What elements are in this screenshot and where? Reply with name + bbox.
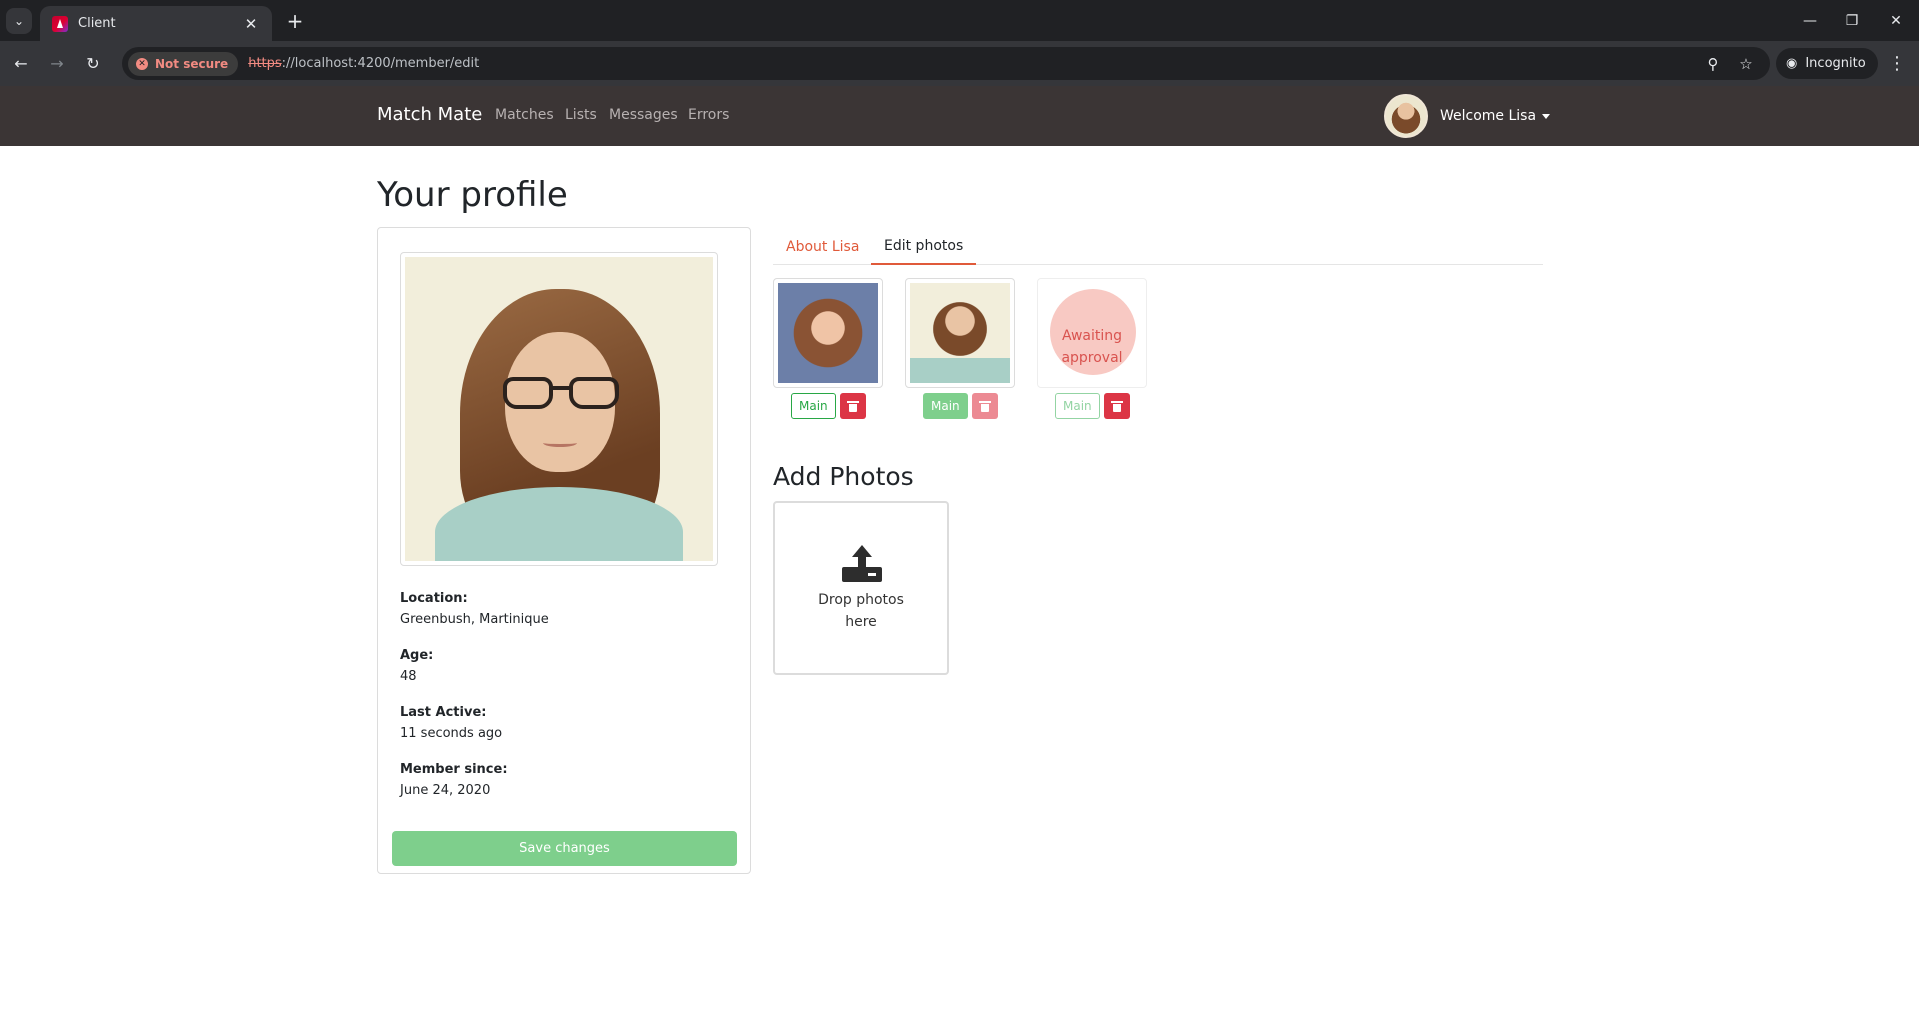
- restore-window-button[interactable]: ❐: [1839, 8, 1865, 34]
- back-button[interactable]: ←: [8, 50, 34, 76]
- tab-about[interactable]: About Lisa: [773, 229, 872, 265]
- member-since-value: June 24, 2020: [400, 783, 491, 798]
- nav-link-matches[interactable]: Matches: [495, 107, 554, 123]
- add-photos-title: Add Photos: [773, 462, 914, 491]
- chevron-down-icon: ⌄: [13, 14, 25, 28]
- browser-menu-button[interactable]: ⋮: [1884, 50, 1910, 76]
- close-window-button[interactable]: ✕: [1883, 8, 1909, 34]
- app-navbar: Match Mate Matches Lists Messages Errors…: [0, 86, 1919, 146]
- profile-tabs: About Lisa Edit photos: [773, 229, 1543, 265]
- arrow-left-icon: ←: [14, 53, 28, 73]
- location-label: Location:: [400, 591, 468, 606]
- minimize-icon: —: [1803, 13, 1817, 29]
- location-value: Greenbush, Martinique: [400, 612, 549, 627]
- trash-icon: [1110, 400, 1123, 412]
- photo-thumbnail-1: [773, 278, 883, 388]
- age-value: 48: [400, 669, 417, 684]
- awaiting-approval-label: Awaiting approval: [1061, 328, 1123, 366]
- browser-toolbar: ← → ↻ ✕ Not secure https://localhost:420…: [0, 41, 1919, 86]
- location-info: Location: Greenbush, Martinique: [400, 591, 549, 627]
- user-dropdown[interactable]: Welcome Lisa: [1384, 94, 1551, 138]
- set-main-button-1[interactable]: Main: [791, 393, 836, 419]
- dropzone-label: Drop photos here: [818, 592, 904, 630]
- tab-edit-photos[interactable]: Edit photos: [871, 229, 977, 265]
- new-tab-button[interactable]: +: [282, 8, 308, 34]
- nav-link-errors[interactable]: Errors: [688, 107, 729, 123]
- browser-tab-bar: ⌄ Client ✕ + — ❐ ✕: [0, 0, 1919, 41]
- not-secure-label: Not secure: [155, 56, 229, 71]
- address-bar[interactable]: ✕ Not secure https://localhost:4200/memb…: [122, 47, 1770, 80]
- nav-link-lists[interactable]: Lists: [565, 107, 597, 123]
- brand-link[interactable]: Match Mate: [377, 104, 482, 125]
- age-label: Age:: [400, 648, 434, 663]
- upload-icon: [842, 545, 882, 585]
- plus-icon: +: [286, 9, 304, 33]
- delete-photo-button-1[interactable]: [839, 393, 866, 419]
- url-path: ://localhost:4200/member/edit: [281, 56, 480, 71]
- trash-icon: [978, 400, 991, 412]
- save-changes-button[interactable]: Save changes: [392, 831, 737, 866]
- member-since-label: Member since:: [400, 762, 508, 777]
- arrow-right-icon: →: [50, 53, 64, 73]
- kebab-menu-icon: ⋮: [1888, 52, 1906, 74]
- delete-photo-button-2[interactable]: [971, 393, 998, 419]
- set-main-button-3[interactable]: Main: [1055, 393, 1100, 419]
- not-secure-badge[interactable]: ✕ Not secure: [128, 51, 239, 76]
- incognito-badge[interactable]: ◉ Incognito: [1776, 48, 1878, 79]
- forward-button[interactable]: →: [44, 50, 70, 76]
- angular-favicon-icon: [52, 15, 68, 32]
- incognito-label: Incognito: [1805, 56, 1866, 71]
- set-main-button-2[interactable]: Main: [923, 393, 968, 419]
- last-active-label: Last Active:: [400, 705, 487, 720]
- caret-down-icon: [1542, 113, 1551, 119]
- photo-thumbnail-2: [905, 278, 1015, 388]
- close-icon: ✕: [1890, 13, 1902, 29]
- photo-image-3: Awaiting approval: [1042, 283, 1142, 383]
- delete-photo-button-3[interactable]: [1103, 393, 1130, 419]
- close-tab-icon[interactable]: ✕: [242, 15, 260, 33]
- welcome-toggle[interactable]: Welcome Lisa: [1440, 108, 1551, 124]
- tab-title: Client: [78, 16, 116, 31]
- zoom-icon[interactable]: ⚲: [1702, 53, 1724, 75]
- photo-actions-1: Main: [791, 393, 866, 419]
- trash-icon: [846, 400, 859, 412]
- reload-icon: ↻: [86, 53, 100, 73]
- profile-card: Location: Greenbush, Martinique Age: 48 …: [377, 227, 751, 874]
- url-scheme: https: [248, 56, 282, 71]
- star-icon[interactable]: ☆: [1735, 53, 1757, 75]
- restore-icon: ❐: [1845, 13, 1859, 29]
- last-active-info: Last Active: 11 seconds ago: [400, 705, 502, 741]
- avatar: [1384, 94, 1428, 138]
- photo-actions-3: Main: [1055, 393, 1130, 419]
- nav-link-messages[interactable]: Messages: [609, 107, 678, 123]
- reload-button[interactable]: ↻: [80, 50, 106, 76]
- photo-image-1: [778, 283, 878, 383]
- welcome-label: Welcome Lisa: [1440, 108, 1537, 124]
- profile-portrait-image: [405, 257, 713, 561]
- photo-actions-2: Main: [923, 393, 998, 419]
- tab-list-button[interactable]: ⌄: [6, 8, 32, 34]
- minimize-window-button[interactable]: —: [1797, 8, 1823, 34]
- member-since-info: Member since: June 24, 2020: [400, 762, 508, 798]
- url-text[interactable]: https://localhost:4200/member/edit: [248, 56, 479, 71]
- photo-thumbnail-3: Awaiting approval: [1037, 278, 1147, 388]
- browser-tab[interactable]: Client ✕: [40, 6, 272, 41]
- photo-dropzone[interactable]: Drop photos here: [773, 501, 949, 675]
- last-active-value: 11 seconds ago: [400, 726, 503, 741]
- incognito-icon: ◉: [1786, 56, 1798, 71]
- warning-icon: ✕: [136, 57, 148, 70]
- age-info: Age: 48: [400, 648, 433, 684]
- photo-image-2: [910, 283, 1010, 383]
- profile-photo: [400, 252, 718, 566]
- page-title: Your profile: [377, 175, 568, 215]
